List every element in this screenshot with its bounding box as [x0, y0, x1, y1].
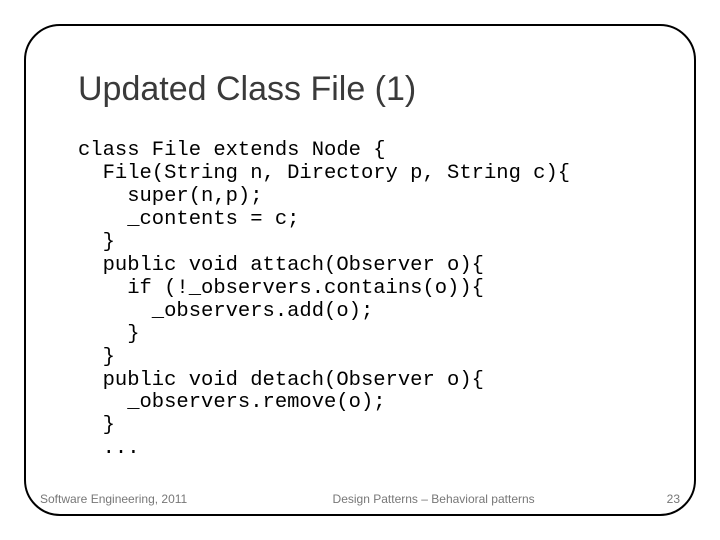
code-block: class File extends Node { File(String n,…: [78, 140, 570, 461]
footer-left: Software Engineering, 2011: [40, 492, 187, 506]
slide: Updated Class File (1) class File extend…: [0, 0, 720, 540]
footer: Software Engineering, 2011 Design Patter…: [40, 492, 680, 506]
slide-title: Updated Class File (1): [78, 70, 416, 109]
footer-page-number: 23: [620, 492, 680, 506]
footer-center: Design Patterns – Behavioral patterns: [187, 492, 620, 506]
